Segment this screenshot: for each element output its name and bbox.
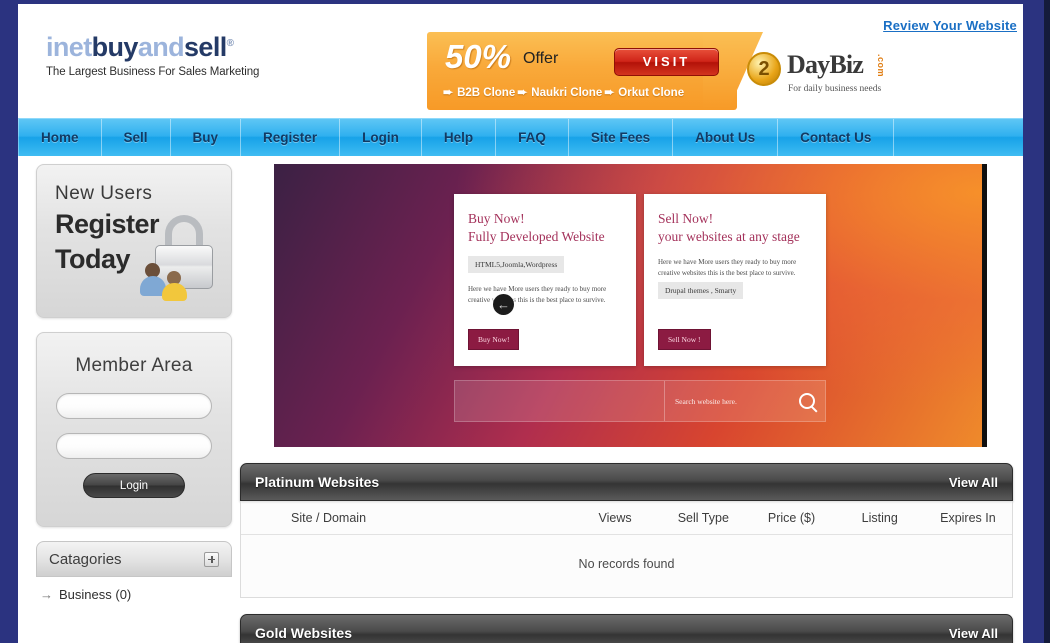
nav-item-faq[interactable]: FAQ [496, 119, 569, 156]
site-header: Review Your Website inetbuyandsell® The … [18, 4, 1023, 118]
table-header-row: Site / Domain Views Sell Type Price ($) … [241, 501, 1012, 535]
site-logo[interactable]: inetbuyandsell® The Largest Business For… [46, 34, 260, 79]
lock-shackle-icon [165, 215, 203, 249]
hero-card-buy-chip: HTML5,Joomla,Wordpress [468, 255, 565, 273]
lock-with-users-icon [140, 213, 221, 301]
daybiz-coin-icon: 2 [747, 52, 781, 86]
nav-item-contact-us[interactable]: Contact Us [778, 119, 895, 156]
logo-part-buy: buy [91, 32, 139, 62]
hero-card-buy-title-line2: Fully Developed Website [468, 228, 605, 244]
logo-trademark-icon: ® [226, 38, 234, 49]
panel-platinum-websites: Platinum Websites View All Site / Domain… [240, 463, 1013, 598]
panel-platinum-header: Platinum Websites View All [240, 463, 1013, 501]
panel-gold-title: Gold Websites [255, 625, 352, 641]
panel-gold-websites: Gold Websites View All [240, 614, 1013, 643]
ad-discount-percent: 50% [445, 38, 512, 75]
member-area-title: Member Area [75, 355, 193, 376]
sidebar: New Users Register Today Member Area Log… [18, 156, 240, 643]
category-item-label: Business (0) [59, 587, 132, 602]
register-banner-line1: New Users [55, 183, 153, 204]
hero-card-buy[interactable]: Buy Now! Fully Developed Website HTML5,Jo… [454, 194, 636, 366]
main-navigation: Home Sell Buy Register Login Help FAQ Si… [18, 118, 1023, 156]
ad-visit-button[interactable]: VISIT [614, 48, 719, 76]
expand-plus-icon[interactable] [204, 551, 219, 567]
hero-search-left-panel [455, 381, 665, 421]
logo-tagline: The Largest Business For Sales Marketing [46, 66, 260, 78]
column-header-price: Price ($) [767, 510, 816, 525]
panel-gold-header: Gold Websites View All [240, 614, 1013, 643]
daybiz-tagline: For daily business needs [788, 84, 882, 94]
username-input[interactable] [56, 393, 212, 419]
column-header-site-domain: Site / Domain [291, 510, 367, 525]
arrow-icon: ➨ [517, 85, 528, 99]
hero-search-bar[interactable]: Search website here. [454, 380, 826, 422]
panel-platinum-view-all-link[interactable]: View All [949, 475, 998, 490]
column-header-sell-type: Sell Type [677, 510, 729, 525]
review-your-website-link[interactable]: Review Your Website [883, 18, 1017, 33]
nav-item-home[interactable]: Home [18, 119, 102, 156]
main-content: Buy Now! Fully Developed Website HTML5,Jo… [240, 156, 1023, 643]
panel-platinum-title: Platinum Websites [255, 474, 380, 490]
logo-wordmark: inetbuyandsell® [46, 34, 259, 61]
hero-card-sell-title-line1: Sell Now! [658, 211, 714, 226]
column-header-listing: Listing [861, 510, 898, 525]
hero-card-sell-button[interactable]: Sell Now ! [658, 329, 711, 350]
hero-search-field[interactable]: Search website here. [665, 381, 825, 421]
platinum-empty-message: No records found [578, 557, 675, 571]
daybiz-wordmark: DayBiz [787, 50, 864, 79]
arrow-icon: ➨ [604, 85, 615, 99]
search-icon[interactable] [799, 393, 815, 409]
hero-slider: Buy Now! Fully Developed Website HTML5,Jo… [274, 164, 987, 447]
ad-clone-3: Orkut Clone [618, 87, 685, 99]
page-body: New Users Register Today Member Area Log… [18, 156, 1023, 643]
hero-card-sell-body: Here we have More users they ready to bu… [658, 257, 797, 278]
categories-header[interactable]: Catagories [36, 541, 232, 577]
column-header-views: Views [598, 510, 632, 525]
column-header-expires-in: Expires In [940, 510, 996, 525]
arrow-right-icon: → [40, 587, 53, 602]
hero-card-sell-title: Sell Now! your websites at any stage [658, 210, 812, 246]
logo-part-and: and [137, 32, 185, 62]
nav-item-sell[interactable]: Sell [102, 119, 171, 156]
hero-card-sell[interactable]: Sell Now! your websites at any stage Here… [644, 194, 826, 366]
logo-part-inet: inet [46, 32, 92, 62]
daybiz-com-suffix: .com [876, 54, 886, 78]
arrow-icon: ➨ [443, 85, 454, 99]
hero-card-sell-title-line2: your websites at any stage [658, 228, 800, 244]
panel-gold-view-all-link[interactable]: View All [949, 626, 998, 641]
login-button[interactable]: Login [83, 473, 185, 498]
categories-list: → Business (0) [36, 577, 232, 604]
nav-item-site-fees[interactable]: Site Fees [569, 119, 674, 156]
member-area-box: Member Area Login [36, 332, 232, 527]
password-input[interactable] [56, 433, 212, 459]
categories-box: Catagories → Business (0) [36, 541, 240, 604]
hero-card-buy-button[interactable]: Buy Now! [468, 329, 520, 350]
hero-search-placeholder: Search website here. [675, 396, 737, 406]
category-item-business[interactable]: → Business (0) [38, 585, 232, 604]
nav-item-help[interactable]: Help [422, 119, 497, 156]
hero-card-buy-body: Here we have More users they ready to bu… [468, 284, 607, 305]
panel-platinum-body: Site / Domain Views Sell Type Price ($) … [240, 501, 1013, 598]
nav-item-login[interactable]: Login [340, 119, 422, 156]
nav-item-register[interactable]: Register [241, 119, 341, 156]
hero-cards: Buy Now! Fully Developed Website HTML5,Jo… [454, 194, 826, 366]
ad-clone-2: Naukri Clone [531, 87, 603, 99]
nav-filler [894, 119, 1023, 156]
ad-offer-label: Offer [523, 50, 559, 67]
user-avatar-icon [162, 283, 187, 301]
ad-clone-list: ➨ B2B Clone ➨ Naukri Clone ➨ Orkut Clone [441, 85, 684, 99]
ad-clone-1: B2B Clone [457, 87, 516, 99]
nav-item-buy[interactable]: Buy [171, 119, 242, 156]
hero-card-buy-title-line1: Buy Now! [468, 211, 525, 226]
new-users-register-banner[interactable]: New Users Register Today [36, 164, 232, 318]
slider-prev-arrow-icon[interactable]: ← [493, 294, 514, 315]
hero-card-sell-chip: Drupal themes , Smarty [658, 281, 744, 299]
hero-card-buy-title: Buy Now! Fully Developed Website [468, 210, 622, 246]
browser-frame: Review Your Website inetbuyandsell® The … [0, 0, 1050, 643]
logo-part-sell: sell [184, 32, 227, 62]
nav-item-about-us[interactable]: About Us [673, 119, 779, 156]
categories-title: Catagories [49, 550, 122, 568]
page-root: Review Your Website inetbuyandsell® The … [18, 4, 1023, 643]
banner-ad[interactable]: 50% Offer ➨ B2B Clone ➨ Naukri Clone ➨ Orkut … [427, 32, 896, 114]
